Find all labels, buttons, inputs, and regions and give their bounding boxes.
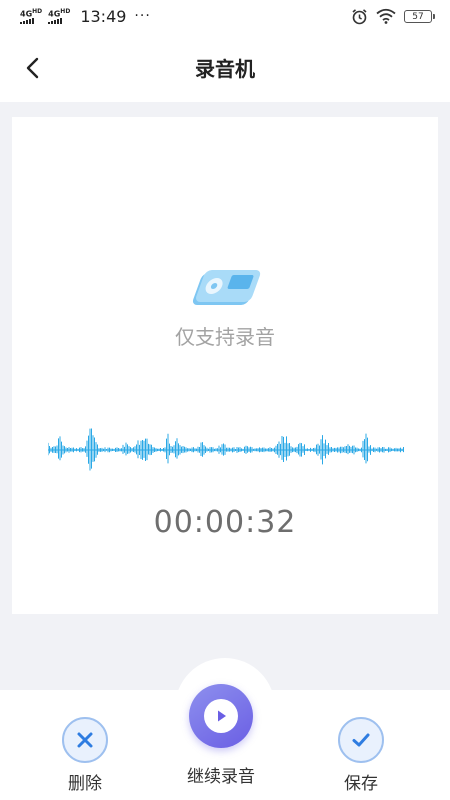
alarm-icon xyxy=(352,8,367,24)
play-circle xyxy=(189,684,253,748)
more-notifications-icon: ··· xyxy=(134,8,151,24)
recording-timer: 00:00:32 xyxy=(153,505,297,540)
status-time: 13:49 xyxy=(80,6,127,26)
wifi-icon xyxy=(376,8,396,24)
check-icon xyxy=(352,733,370,747)
recorder-card: 仅支持录音 00:00:32 xyxy=(12,117,438,614)
app-header: 录音机 xyxy=(0,32,450,102)
network-type-2: 4G xyxy=(48,9,61,19)
network-type-1: 4G xyxy=(20,9,33,19)
battery-icon: 57 xyxy=(404,9,435,23)
continue-recording-label: 继续录音 xyxy=(187,767,255,787)
play-icon xyxy=(218,710,226,722)
status-right: 57 xyxy=(351,8,435,25)
delete-circle xyxy=(62,717,108,763)
close-icon xyxy=(77,732,93,748)
back-button[interactable] xyxy=(20,54,48,82)
delete-button[interactable]: 删除 xyxy=(62,717,108,794)
signal-icon: 4GHD xyxy=(48,8,70,25)
status-bar: 4GHD 4GHD 13:49 ··· 57 xyxy=(0,0,450,32)
delete-label: 删除 xyxy=(68,774,102,794)
recording-hint: 仅支持录音 xyxy=(175,325,275,349)
network-sup-2: HD xyxy=(60,7,71,15)
page-title: 录音机 xyxy=(195,56,255,81)
audio-waveform xyxy=(48,428,404,471)
save-label: 保存 xyxy=(344,774,378,794)
save-circle xyxy=(338,717,384,763)
battery-level: 57 xyxy=(412,11,424,22)
continue-recording-button[interactable]: 继续录音 xyxy=(187,684,255,787)
status-left: 4GHD 4GHD 13:49 ··· xyxy=(20,7,151,26)
network-sup-1: HD xyxy=(32,7,43,15)
chevron-left-icon xyxy=(26,57,39,79)
signal-icon: 4GHD xyxy=(20,8,42,25)
play-inner xyxy=(204,699,238,733)
save-button[interactable]: 保存 xyxy=(338,717,384,794)
music-player-icon xyxy=(192,270,261,305)
